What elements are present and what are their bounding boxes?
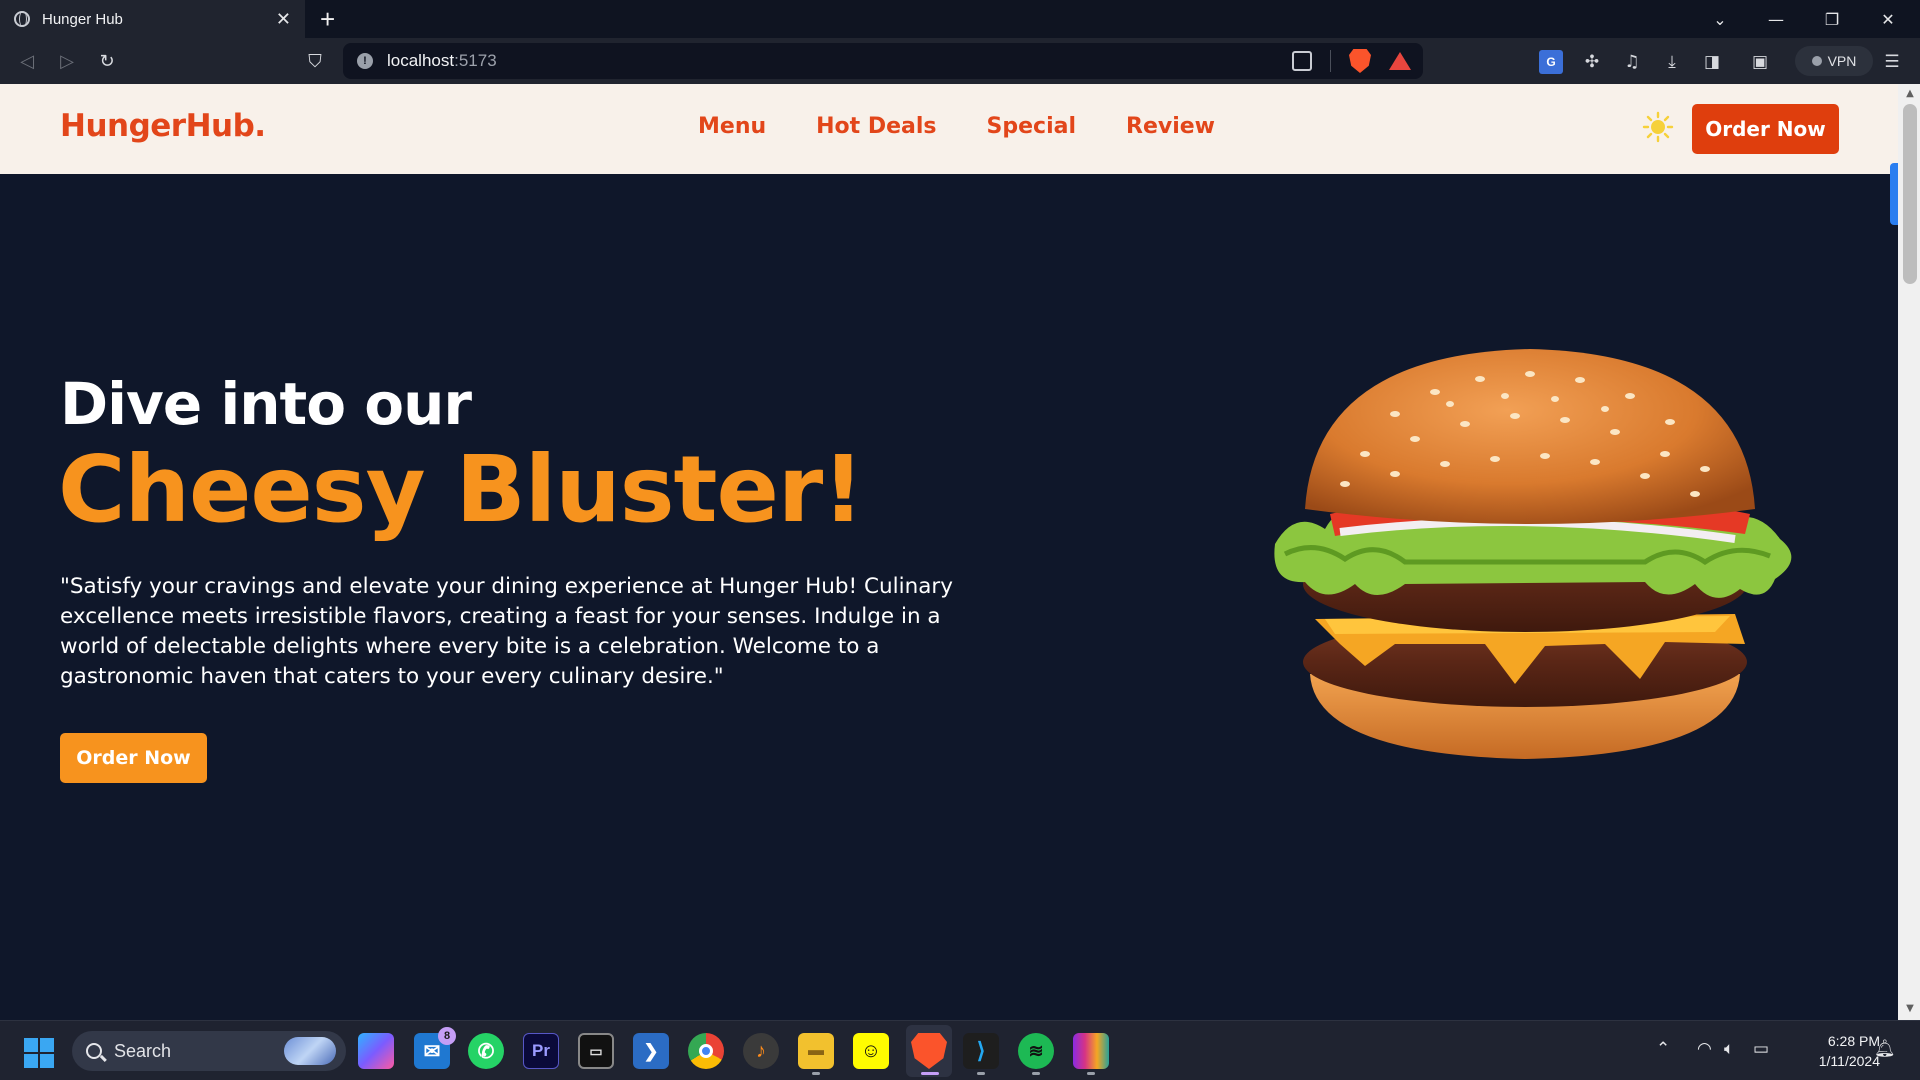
url-text[interactable]: localhost:5173 bbox=[387, 51, 497, 71]
system-clock[interactable]: 6:28 PM 1/11/2024 bbox=[1790, 1031, 1880, 1071]
address-bar[interactable]: ! localhost:5173 bbox=[343, 43, 1423, 79]
whatsapp-icon[interactable]: ✆ bbox=[468, 1033, 504, 1069]
browser-tabstrip: Hunger Hub ✕ + ⌄ — ❐ ✕ bbox=[0, 0, 1920, 38]
search-highlight-icon bbox=[284, 1037, 336, 1065]
windows-start-icon[interactable] bbox=[24, 1038, 54, 1068]
menu-hamburger-icon[interactable]: ☰ bbox=[1880, 50, 1904, 74]
wifi-icon[interactable]: ◠ bbox=[1697, 1039, 1712, 1059]
terminal-icon[interactable]: ▭ bbox=[578, 1033, 614, 1069]
hero-section: Dive into our Cheesy Bluster! "Satisfy y… bbox=[0, 174, 1898, 1020]
bookmark-icon[interactable]: ⛉ bbox=[300, 46, 330, 76]
site-info-icon[interactable]: ! bbox=[357, 53, 373, 69]
hero-heading-line2: Cheesy Bluster! bbox=[58, 436, 864, 543]
reload-button[interactable]: ↻ bbox=[92, 46, 122, 76]
brave-shields-icon[interactable] bbox=[1349, 49, 1371, 73]
taskbar-search[interactable]: Search bbox=[72, 1031, 346, 1071]
share-icon[interactable] bbox=[1292, 51, 1312, 71]
spotify-icon[interactable]: ≋ bbox=[1018, 1033, 1054, 1069]
site-header: HungerHub. Menu Hot Deals Special Review… bbox=[0, 84, 1898, 174]
wallet-icon[interactable]: ▣ bbox=[1748, 50, 1772, 74]
scroll-down-arrow-icon[interactable]: ▼ bbox=[1903, 1003, 1917, 1017]
main-nav: Menu Hot Deals Special Review bbox=[698, 114, 1215, 139]
close-window-button[interactable]: ✕ bbox=[1860, 0, 1916, 38]
header-order-now-button[interactable]: Order Now bbox=[1692, 104, 1839, 154]
scrollbar-thumb[interactable] bbox=[1903, 104, 1917, 284]
vpn-status-icon bbox=[1811, 56, 1822, 66]
powershell-icon[interactable]: ❯ bbox=[633, 1033, 669, 1069]
mail-icon[interactable]: ✉ 8 bbox=[414, 1027, 456, 1069]
media-music-icon[interactable]: ♫ bbox=[1620, 50, 1644, 74]
mail-badge: 8 bbox=[438, 1027, 456, 1045]
premiere-pro-icon[interactable]: Pr bbox=[523, 1033, 559, 1069]
url-host: localhost bbox=[387, 51, 455, 70]
divider bbox=[1330, 50, 1331, 72]
browser-toolbar: ◁ ▷ ↻ ⛉ ! localhost:5173 G ✣ ♫ ⤓ ◨ ▣ VPN… bbox=[0, 38, 1920, 84]
hero-heading-line1: Dive into our bbox=[60, 370, 472, 438]
running-indicator bbox=[812, 1072, 820, 1075]
restore-button[interactable]: ❐ bbox=[1804, 0, 1860, 38]
site-logo[interactable]: HungerHub. bbox=[60, 108, 266, 144]
minimize-button[interactable]: — bbox=[1748, 0, 1804, 38]
theme-toggle-sun-icon[interactable] bbox=[1642, 111, 1674, 143]
copilot-icon[interactable] bbox=[358, 1033, 394, 1069]
active-indicator bbox=[921, 1072, 939, 1075]
search-icon bbox=[86, 1043, 102, 1059]
vpn-label: VPN bbox=[1827, 53, 1857, 69]
clock-date: 1/11/2024 bbox=[1818, 1053, 1880, 1069]
file-explorer-icon[interactable]: ▬ bbox=[798, 1033, 834, 1069]
hero-order-now-button[interactable]: Order Now bbox=[60, 733, 207, 783]
brave-rewards-icon[interactable] bbox=[1389, 52, 1411, 70]
taskbar-search-label: Search bbox=[114, 1040, 172, 1061]
show-hidden-icons-chevron[interactable]: ⌃ bbox=[1656, 1039, 1670, 1059]
back-button[interactable]: ◁ bbox=[12, 46, 42, 76]
vscode-icon[interactable]: ⟩ bbox=[963, 1033, 999, 1069]
nav-menu[interactable]: Menu bbox=[698, 114, 766, 139]
nav-hot-deals[interactable]: Hot Deals bbox=[816, 114, 936, 139]
extensions-puzzle-icon[interactable]: ✣ bbox=[1580, 50, 1604, 74]
browser-tab[interactable]: Hunger Hub ✕ bbox=[0, 0, 305, 38]
new-tab-button[interactable]: + bbox=[320, 4, 335, 35]
tab-search-chevron-icon[interactable]: ⌄ bbox=[1692, 0, 1748, 38]
snapchat-icon[interactable]: ☺ bbox=[853, 1033, 889, 1069]
windows-taskbar: Search ✉ 8 ✆ Pr ▭ ❯ ♪ ▬ ☺ ⟩ ≋ ⌃ ◠ 🔈︎ ▭ 6:… bbox=[0, 1020, 1920, 1080]
chrome-icon[interactable] bbox=[688, 1033, 724, 1069]
tab-title: Hunger Hub bbox=[42, 10, 123, 28]
volume-icon[interactable]: 🔈︎ bbox=[1724, 1039, 1734, 1059]
downloads-icon[interactable]: ⤓ bbox=[1660, 50, 1684, 74]
forward-button[interactable]: ▷ bbox=[52, 46, 82, 76]
running-indicator bbox=[1032, 1072, 1040, 1075]
translate-icon[interactable]: G bbox=[1539, 50, 1563, 74]
notification-bell-icon[interactable]: 🔔︎ bbox=[1874, 1039, 1896, 1059]
sidebar-icon[interactable]: ◨ bbox=[1700, 50, 1724, 74]
nav-special[interactable]: Special bbox=[987, 114, 1076, 139]
globe-icon bbox=[14, 11, 30, 27]
nav-review[interactable]: Review bbox=[1126, 114, 1215, 139]
clock-time: 6:28 PM bbox=[1827, 1033, 1880, 1049]
running-indicator bbox=[977, 1072, 985, 1075]
floating-side-tab[interactable] bbox=[1890, 163, 1898, 225]
burger-image bbox=[1274, 349, 1792, 759]
url-port: :5173 bbox=[454, 51, 497, 70]
battery-icon[interactable]: ▭ bbox=[1753, 1039, 1769, 1059]
hero-description: "Satisfy your cravings and elevate your … bbox=[60, 574, 953, 689]
scroll-up-arrow-icon[interactable]: ▲ bbox=[1903, 88, 1917, 102]
running-indicator bbox=[1087, 1072, 1095, 1075]
vpn-button[interactable]: VPN bbox=[1795, 46, 1873, 76]
winrar-icon[interactable] bbox=[1073, 1033, 1109, 1069]
tab-close-icon[interactable]: ✕ bbox=[276, 9, 291, 30]
fl-studio-icon[interactable]: ♪ bbox=[743, 1033, 779, 1069]
